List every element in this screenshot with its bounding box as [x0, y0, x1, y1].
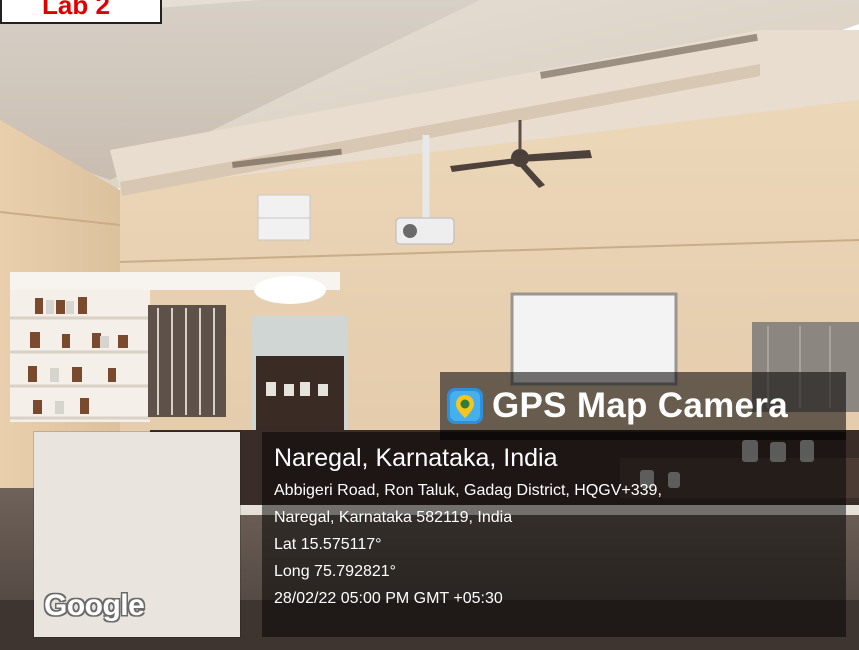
address-line-2: Naregal, Karnataka 582119, India — [274, 509, 513, 526]
longitude: Long 75.792821° — [274, 563, 397, 580]
photo-stage: Lab 2 GPS Map Camera Google Naregal, Kar… — [0, 0, 859, 650]
map-pin-camera-icon — [447, 388, 483, 424]
camera-brand-text: GPS Map Camera — [492, 386, 788, 425]
location-info-panel: Naregal, Karnataka, India Abbigeri Road,… — [262, 432, 846, 637]
camera-watermark: GPS Map Camera — [440, 372, 846, 440]
address-line-1: Abbigeri Road, Ron Taluk, Gadag District… — [274, 482, 662, 499]
latitude: Lat 15.575117° — [274, 536, 382, 553]
timestamp: 28/02/22 05:00 PM GMT +05:30 — [274, 590, 503, 607]
map-thumbnail: Google — [34, 432, 240, 637]
google-logo: Google — [44, 589, 145, 622]
location-title: Naregal, Karnataka, India — [274, 444, 558, 472]
lab-label: Lab 2 — [0, 0, 162, 24]
